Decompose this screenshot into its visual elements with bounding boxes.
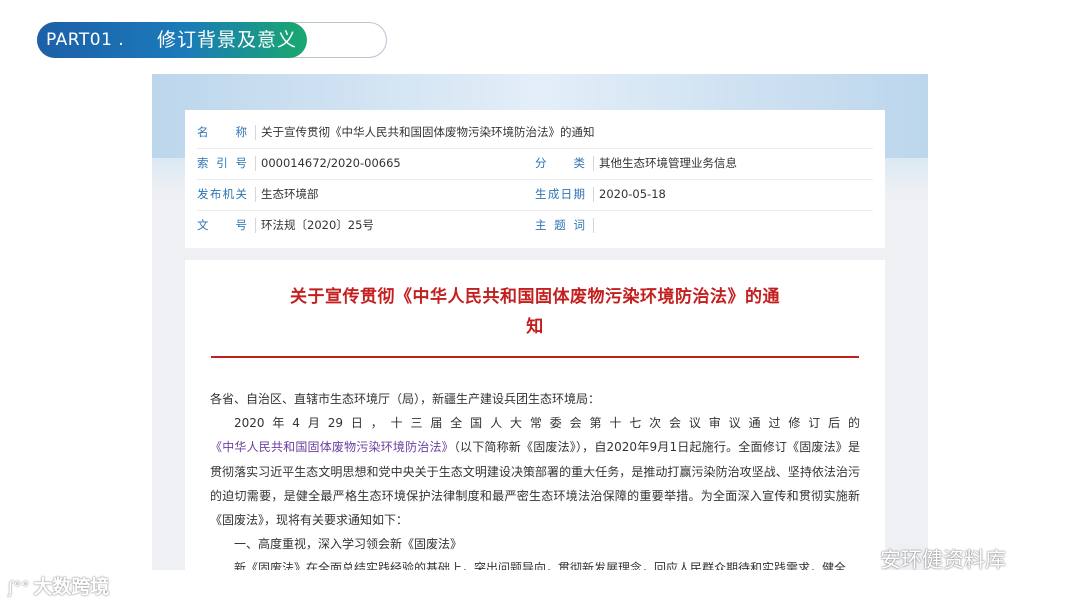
- divider: [255, 156, 256, 171]
- watermark-left: ʃ°° 大数跨境: [8, 573, 109, 601]
- paragraph: 2020年4月29日，十三届全国人大常委会第十七次会议审议通过修订后的《中华人民…: [210, 411, 860, 532]
- title-divider: [211, 356, 859, 358]
- watermark-left-text: 大数跨境: [33, 576, 110, 598]
- divider: [593, 218, 594, 233]
- info-row-docno: 文 号 环法规〔2020〕25号 主 题 词: [197, 210, 873, 241]
- document-title: 关于宣传贯彻《中华人民共和国固体废物污染环境防治法》的通 知: [265, 282, 805, 342]
- info-key-category: 分 类: [535, 156, 585, 170]
- section-heading: 一、高度重视，深入学习领会新《固废法》: [234, 537, 463, 552]
- paragraph: 新《固废法》在全面总结实践经验的基础上，突出问题导向，贯彻新发展理念，回应人民群…: [234, 561, 847, 570]
- info-key-docno: 文 号: [197, 218, 247, 232]
- divider: [593, 156, 594, 171]
- info-key-index: 索 引 号: [197, 156, 247, 170]
- info-row-name: 名 称 关于宣传贯彻《中华人民共和国固体废物污染环境防治法》的通知: [197, 117, 873, 149]
- document-body: 各省、自治区、直辖市生态环境厅（局），新疆生产建设兵团生态环境局： 2020年4…: [210, 387, 860, 570]
- divider: [593, 187, 594, 202]
- wechat-icon: [841, 549, 872, 572]
- paragraph-text: 2020年4月29日，十三届全国人大常委会第十七次会议审议通过修订后的: [234, 416, 860, 431]
- document-content: 关于宣传贯彻《中华人民共和国固体废物污染环境防治法》的通 知 各省、自治区、直辖…: [185, 260, 885, 570]
- info-key-subject: 主 题 词: [535, 218, 585, 232]
- info-value-index: 000014672/2020-00665: [261, 156, 401, 170]
- document-title-line: 知: [526, 317, 544, 337]
- info-row-issuer: 发布机关 生态环境部 生成日期 2020-05-18: [197, 179, 873, 211]
- salutation: 各省、自治区、直辖市生态环境厅（局），新疆生产建设兵团生态环境局：: [210, 392, 601, 406]
- info-key-issuer: 发布机关: [197, 187, 247, 201]
- divider: [255, 187, 256, 202]
- document-title-line: 关于宣传贯彻《中华人民共和国固体废物污染环境防治法》的通: [290, 287, 780, 307]
- info-value-issuer: 生态环境部: [261, 187, 319, 201]
- info-value-docno: 环法规〔2020〕25号: [261, 218, 374, 232]
- document-info-table: 名 称 关于宣传贯彻《中华人民共和国固体废物污染环境防治法》的通知 索 引 号 …: [185, 110, 885, 248]
- info-key-date: 生成日期: [535, 187, 585, 201]
- info-value-date: 2020-05-18: [599, 187, 666, 201]
- part-number-label: PART01 .: [46, 30, 125, 50]
- watermark-right: 安环健资料库: [840, 544, 1006, 576]
- info-key-name: 名 称: [197, 125, 247, 139]
- watermark-right-text: 安环健资料库: [880, 548, 1006, 572]
- info-value-name: 关于宣传贯彻《中华人民共和国固体废物污染环境防治法》的通知: [261, 125, 595, 139]
- section-title: 修订背景及意义: [157, 29, 298, 51]
- brand-logo-icon: ʃ°°: [8, 578, 30, 597]
- webpage-screenshot: 名 称 关于宣传贯彻《中华人民共和国固体废物污染环境防治法》的通知 索 引 号 …: [152, 74, 928, 570]
- divider: [255, 218, 256, 233]
- info-row-index: 索 引 号 000014672/2020-00665 分 类 其他生态环境管理业…: [197, 148, 873, 180]
- divider: [255, 125, 256, 140]
- info-value-category: 其他生态环境管理业务信息: [599, 156, 737, 170]
- law-link[interactable]: 《中华人民共和国固体废物污染环境防治法》: [210, 440, 454, 454]
